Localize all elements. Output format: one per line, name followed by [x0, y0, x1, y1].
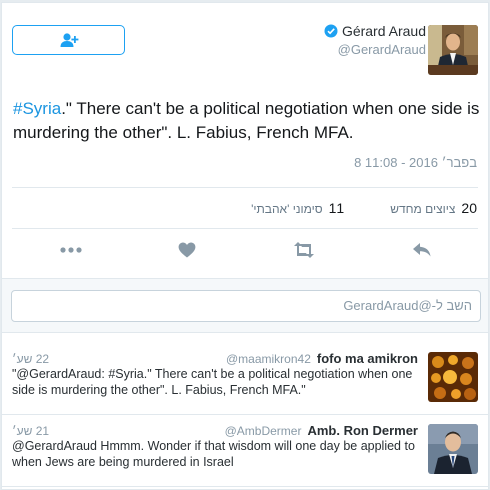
- retweet-button[interactable]: [292, 239, 316, 261]
- retweets-stat[interactable]: 20 ציוצים מחדש: [390, 200, 477, 216]
- tweet-text: #Syria." There can't be a political nego…: [13, 97, 481, 145]
- likes-stat[interactable]: 11 סימוני 'אהבתי': [251, 200, 344, 216]
- tweet-actions: [52, 239, 442, 261]
- reply-handle[interactable]: @maamikron42: [226, 352, 311, 366]
- hashtag-link[interactable]: #Syria: [13, 99, 61, 118]
- reply-header: @maamikron42 fofo ma amikron: [226, 351, 418, 366]
- tweet-stats: 20 ציוצים מחדש 11 סימוני 'אהבתי': [251, 200, 477, 216]
- reply-text: "@GerardAraud: #Syria." There can't be a…: [12, 367, 413, 397]
- reply-area: השב ל-@GerardAraud: [2, 278, 488, 333]
- more-dots-icon: [60, 247, 82, 253]
- verified-badge-icon: [324, 24, 338, 38]
- retweets-count: 20: [461, 200, 477, 216]
- reply-timestamp[interactable]: 21 שע׳: [12, 424, 49, 438]
- reply-button[interactable]: [412, 239, 432, 261]
- reply-text: @GerardAraud Hmmm. Wonder if that wisdom…: [12, 439, 415, 469]
- avatar[interactable]: [428, 352, 478, 402]
- follow-button[interactable]: [12, 25, 125, 55]
- retweets-label: ציוצים מחדש: [390, 202, 456, 216]
- reply-name[interactable]: fofo ma amikron: [317, 351, 418, 366]
- likes-count: 11: [328, 200, 345, 216]
- reply-item[interactable]: 22 שע׳ @maamikron42 fofo ma amikron "@Ge…: [2, 345, 488, 415]
- tweet-author[interactable]: Gérard Araud @GerardAraud: [324, 23, 426, 57]
- avatar[interactable]: [428, 424, 478, 474]
- divider: [12, 187, 478, 188]
- reply-handle[interactable]: @AmbDermer: [225, 424, 302, 438]
- add-user-icon: [60, 33, 78, 47]
- likes-label: סימוני 'אהבתי': [251, 202, 323, 216]
- reply-item[interactable]: 21 שע׳ @AmbDermer Amb. Ron Dermer @Gerar…: [2, 417, 488, 487]
- author-handle[interactable]: @GerardAraud: [324, 42, 426, 57]
- tweet-card: Gérard Araud @GerardAraud #Syria." There…: [1, 2, 489, 490]
- author-name[interactable]: Gérard Araud: [342, 23, 426, 39]
- like-button[interactable]: [178, 239, 196, 261]
- heart-icon: [178, 242, 196, 258]
- tweet-timestamp[interactable]: 8 בפבר׳ 2016 - 11:08: [354, 155, 477, 170]
- reply-arrow-icon: [413, 243, 431, 257]
- tweet-text-body: ." There can't be a political negotiatio…: [13, 99, 480, 142]
- divider: [12, 228, 478, 229]
- avatar[interactable]: [428, 25, 478, 75]
- reply-input[interactable]: השב ל-@GerardAraud: [11, 290, 481, 322]
- more-button[interactable]: [60, 239, 82, 261]
- reply-timestamp[interactable]: 22 שע׳: [12, 352, 49, 366]
- reply-header: @AmbDermer Amb. Ron Dermer: [225, 423, 418, 438]
- reply-name[interactable]: Amb. Ron Dermer: [307, 423, 418, 438]
- retweet-icon: [294, 242, 314, 258]
